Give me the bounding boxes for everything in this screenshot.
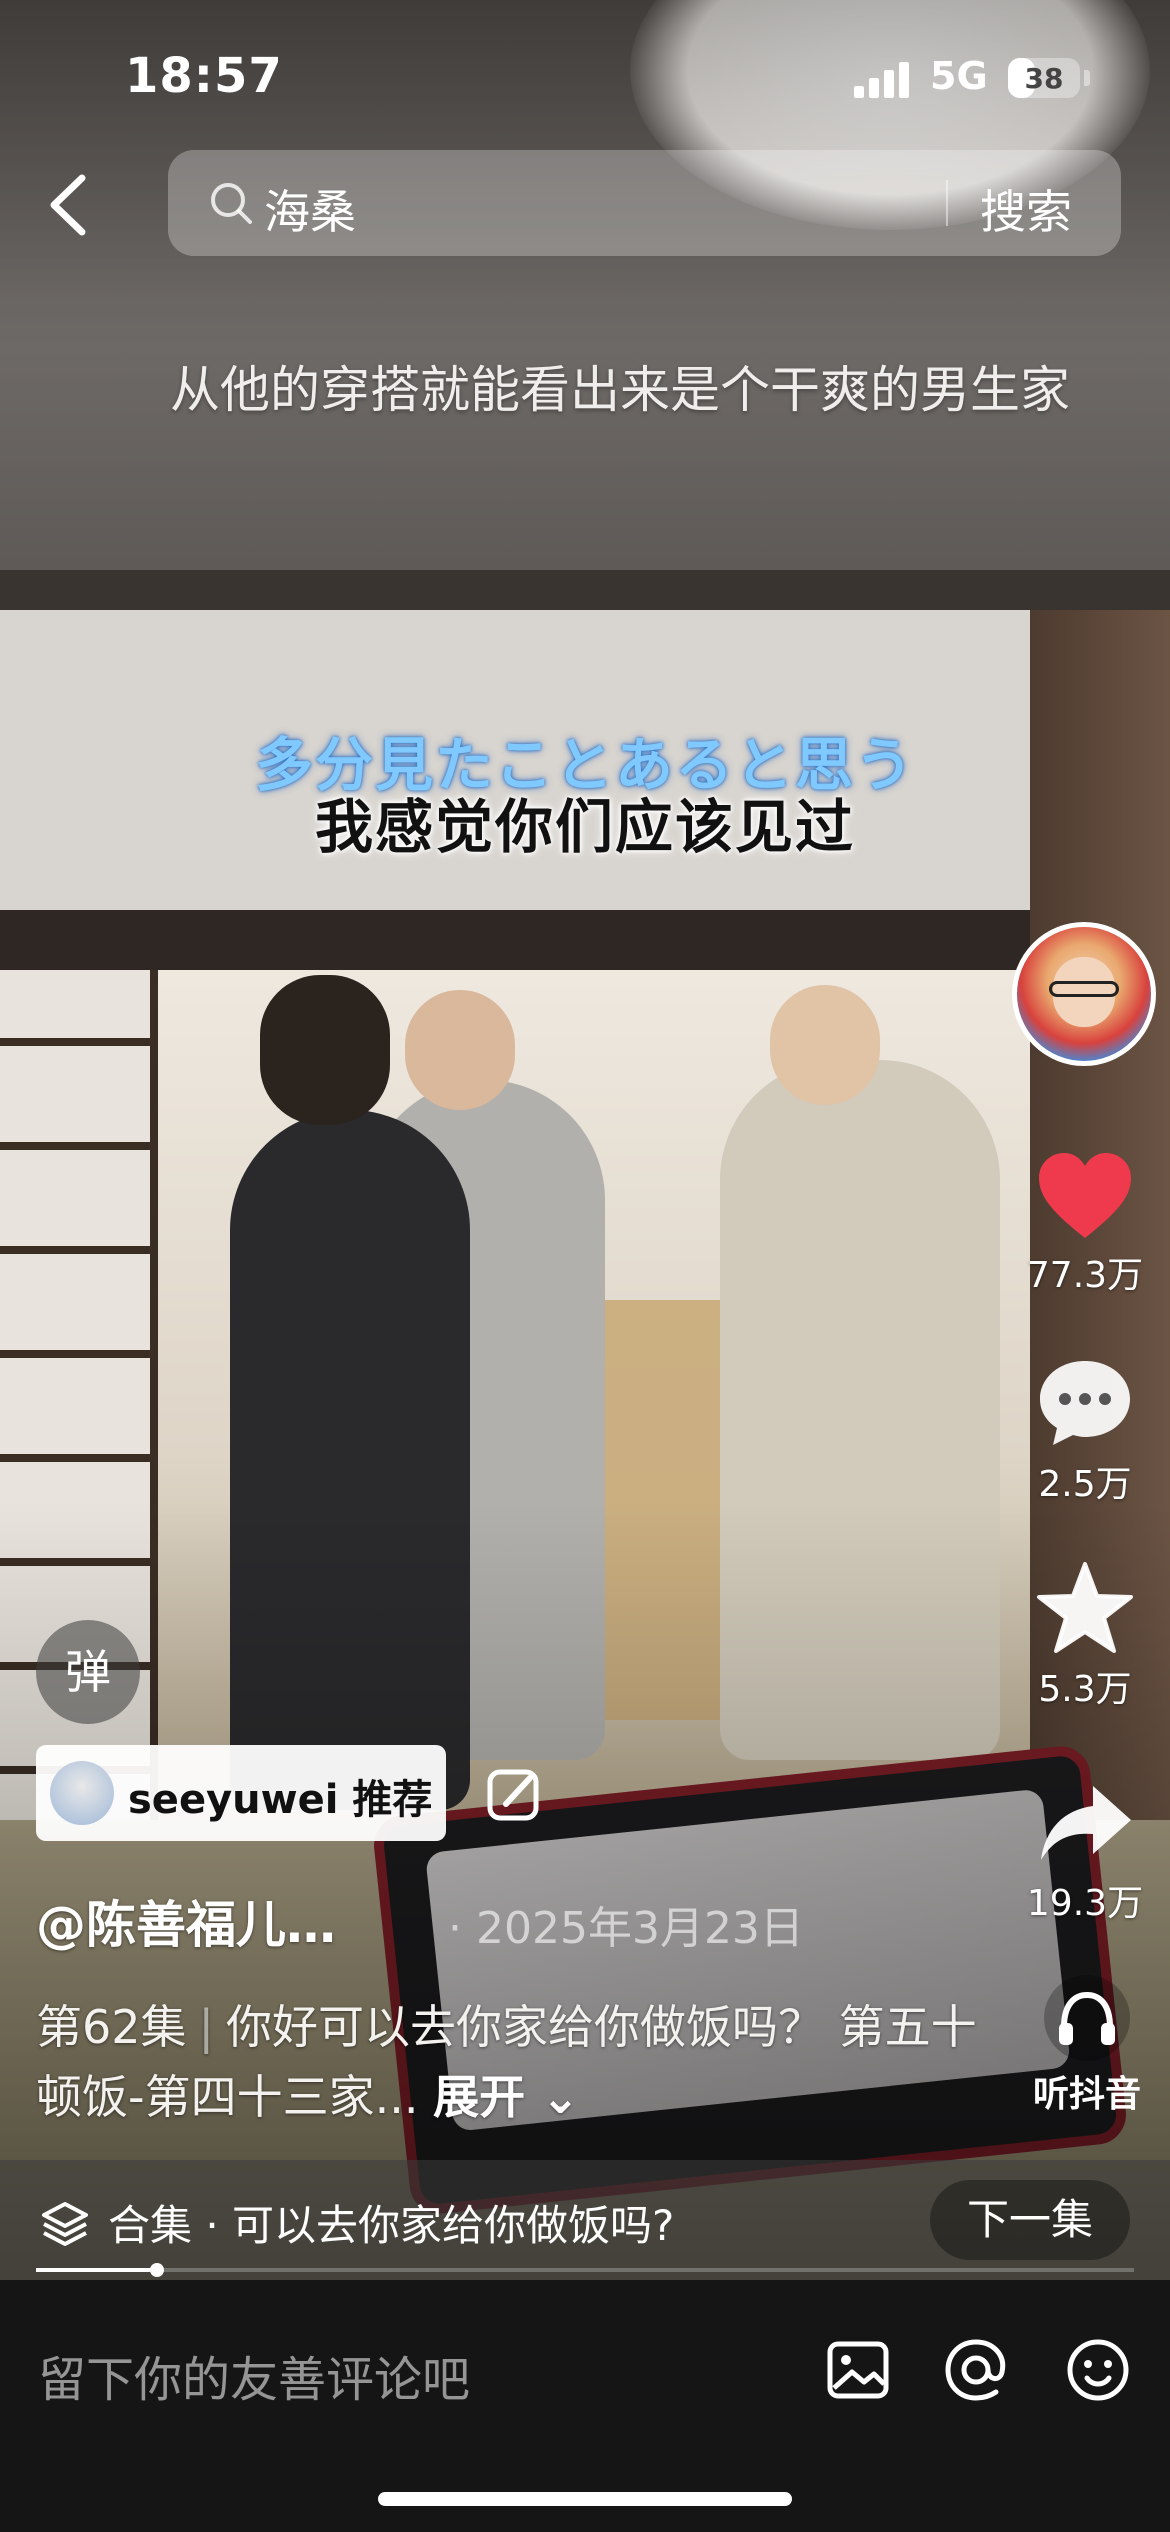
comment-bar: 留下你的友善评论吧 xyxy=(0,2280,1170,2532)
screen: { "status_bar": {"time": "18:57", "netwo… xyxy=(0,0,1170,2532)
recommender-avatar xyxy=(50,1761,114,1825)
video-progress-bar[interactable] xyxy=(36,2263,1134,2277)
home-indicator[interactable] xyxy=(378,2492,792,2506)
search-bar[interactable]: 海桑 搜索 xyxy=(168,150,1121,256)
comment-bubble-icon xyxy=(1040,1361,1130,1445)
progress-handle[interactable] xyxy=(149,2263,164,2277)
danmu-button[interactable]: 弹 xyxy=(36,1620,140,1724)
share-count: 19.3万 xyxy=(1026,1883,1144,1924)
comment-button[interactable]: 2.5万 xyxy=(1020,1355,1150,1507)
search-icon xyxy=(211,183,252,224)
author-avatar[interactable] xyxy=(1012,922,1156,1066)
headphones-icon xyxy=(1059,1991,1115,2045)
at-icon[interactable] xyxy=(940,2334,1012,2406)
listen-douyin-button[interactable]: 听抖音 xyxy=(1012,1975,1162,2117)
person-middle-head xyxy=(405,990,515,1110)
subtitle-chinese: 我感觉你们应该见过 xyxy=(314,793,855,861)
back-button[interactable] xyxy=(40,170,100,240)
comment-count: 2.5万 xyxy=(1038,1464,1132,1505)
favorite-count: 5.3万 xyxy=(1038,1669,1132,1710)
recommender-name: seeyuwei xyxy=(128,1777,339,1823)
person-right-head xyxy=(770,985,880,1105)
battery-icon: 38 xyxy=(1008,58,1080,98)
video-description[interactable]: 第62集 | 你好可以去你家给你做饭吗？ 第五十顿饭-第四十三家... 展开 ⌄ xyxy=(36,1992,986,2132)
search-button[interactable]: 搜索 xyxy=(980,176,1072,242)
status-bar: 18:57 5G 38 xyxy=(0,0,1170,150)
share-button[interactable]: 19.3万 xyxy=(1020,1780,1150,1926)
status-time: 18:57 xyxy=(125,48,283,104)
episode-label: 第62集 xyxy=(36,2000,187,2054)
collection-bar[interactable]: 合集 · 可以去你家给你做饭吗? 下一集 xyxy=(0,2160,1170,2280)
expand-button[interactable]: 展开 ⌄ xyxy=(433,2070,580,2124)
image-icon[interactable] xyxy=(822,2334,894,2406)
network-type: 5G xyxy=(930,54,988,98)
progress-fill xyxy=(36,2268,157,2272)
ceiling-beam xyxy=(0,570,1170,610)
signal-icon xyxy=(854,62,914,98)
search-input[interactable]: 海桑 xyxy=(264,176,356,242)
person-left-head xyxy=(260,975,390,1125)
like-button[interactable]: 77.3万 xyxy=(1020,1150,1150,1298)
door-lintel xyxy=(0,910,1170,970)
recommender-tag: 推荐 xyxy=(352,1777,433,1823)
recommender-chip[interactable]: seeyuwei 推荐 xyxy=(36,1745,446,1841)
chevron-down-icon: ⌄ xyxy=(541,2070,580,2124)
edit-icon xyxy=(487,1769,539,1821)
share-arrow-icon xyxy=(1041,1786,1131,1860)
back-arrow-icon xyxy=(50,174,86,236)
favorite-button[interactable]: 5.3万 xyxy=(1020,1560,1150,1712)
post-date: · 2025年3月23日 xyxy=(448,1903,804,1954)
layers-icon xyxy=(42,2202,88,2246)
heart-icon xyxy=(1039,1153,1131,1238)
edit-button[interactable] xyxy=(470,1760,558,1832)
video-caption: 从他的穿搭就能看出来是个干爽的男生家 xyxy=(170,361,1070,419)
emoji-icon[interactable] xyxy=(1062,2334,1134,2406)
battery-percent: 38 xyxy=(1024,62,1064,95)
comment-input[interactable]: 留下你的友善评论吧 xyxy=(38,2340,470,2410)
listen-label: 听抖音 xyxy=(1032,2074,1141,2115)
author-name[interactable]: @陈善福儿… xyxy=(36,1885,336,1957)
collection-label: 合集 · 可以去你家给你做饭吗? xyxy=(108,2201,675,2250)
like-count: 77.3万 xyxy=(1026,1255,1144,1296)
star-icon xyxy=(1037,1562,1133,1653)
next-episode-button[interactable]: 下一集 xyxy=(930,2180,1130,2260)
